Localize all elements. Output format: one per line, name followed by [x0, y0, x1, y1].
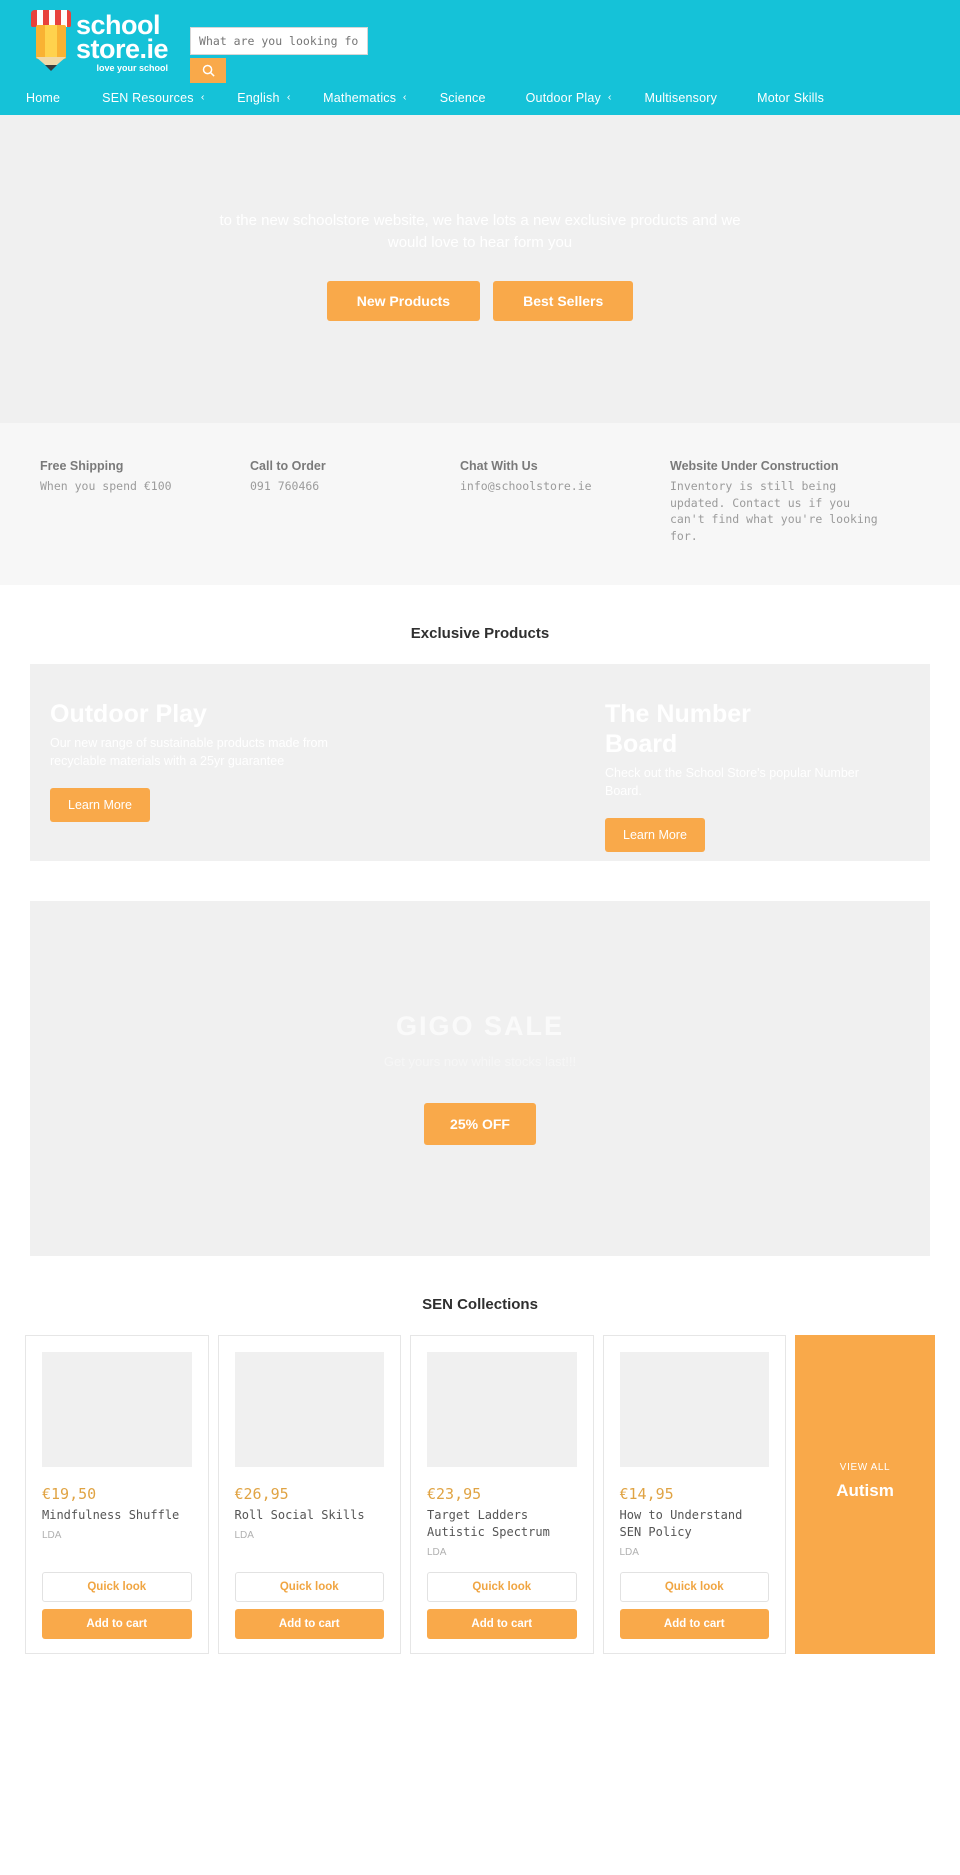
add-to-cart-button[interactable]: Add to cart [234, 1608, 384, 1639]
product-image [42, 1351, 192, 1467]
info-title: Free Shipping [40, 459, 124, 473]
product-image [427, 1351, 577, 1467]
quick-look-button[interactable]: Quick look [619, 1571, 769, 1602]
search-button[interactable] [190, 58, 227, 83]
site-logo[interactable]: school store.ie love your school [30, 10, 169, 73]
hero-buttons: New Products Best Sellers [326, 280, 634, 321]
hero-text: to the new schoolstore website, we have … [219, 211, 741, 252]
gigo-sale-banner[interactable]: GIGO SALE Get yours now while stocks las… [30, 900, 930, 1256]
hero-banner: to the new schoolstore website, we have … [0, 115, 960, 423]
info-title: Chat With Us [460, 459, 538, 473]
product-card[interactable]: €19,50 Mindfulness Shuffle LDA Quick loo… [25, 1334, 209, 1654]
chevron-icon: ‹ [286, 92, 291, 103]
product-card[interactable]: €14,95 How to Understand SEN Policy LDA … [602, 1334, 786, 1654]
nav-item-motor-skills[interactable]: Motor Skills [757, 91, 848, 105]
banner-outdoor-play[interactable]: Outdoor Play Our new range of sustainabl… [30, 663, 605, 861]
product-price: €19,50 [42, 1484, 97, 1503]
info-subtitle: Inventory is still being updated. Contac… [670, 479, 878, 544]
product-brand: LDA [427, 1546, 447, 1558]
quick-look-button[interactable]: Quick look [427, 1571, 577, 1602]
nav-label: SEN Resources [102, 90, 194, 105]
product-image [234, 1351, 384, 1467]
chevron-icon: ‹ [607, 92, 612, 103]
banner-body: Our new range of sustainable products ma… [50, 735, 328, 768]
nav-label: Multisensory [644, 90, 718, 105]
product-image [619, 1351, 769, 1467]
product-price: €14,95 [619, 1484, 674, 1503]
nav-label: Motor Skills [757, 90, 825, 105]
brand-wordmark: school store.ie love your school [76, 10, 169, 73]
nav-item-science[interactable]: Science [440, 91, 510, 105]
nav-label: English [237, 90, 280, 105]
brand-line-2: store.ie [76, 33, 169, 64]
main-navigation: Home SEN Resources ‹ English ‹ Mathemati… [0, 80, 960, 115]
exclusive-products-heading: Exclusive Products [410, 624, 550, 642]
product-brand: LDA [42, 1529, 62, 1541]
learn-more-button-number-board[interactable]: Learn More [605, 817, 705, 852]
product-card[interactable]: €23,95 Target Ladders Autistic Spectrum … [410, 1334, 594, 1654]
nav-item-sen-resources[interactable]: SEN Resources ‹ [102, 91, 221, 105]
view-all-autism-tile[interactable]: VIEW ALL Autism [795, 1334, 935, 1654]
product-price: €23,95 [427, 1484, 482, 1503]
site-header: school store.ie love your school [0, 0, 960, 83]
info-subtitle: When you spend €100 [40, 479, 172, 493]
info-title: Website Under Construction [670, 459, 839, 473]
product-name: How to Understand SEN Policy [619, 1507, 743, 1539]
nav-item-home[interactable]: Home [26, 91, 84, 105]
chevron-icon: ‹ [403, 92, 407, 103]
info-bar: Free Shipping When you spend €100 Call t… [0, 423, 960, 585]
nav-item-english[interactable]: English ‹ [237, 91, 307, 105]
chevron-icon: ‹ [200, 92, 205, 103]
product-card[interactable]: €26,95 Roll Social Skills LDA Quick look… [217, 1334, 401, 1654]
info-column-call-to-order: Call to Order 091 760466 [250, 459, 460, 545]
view-all-label: VIEW ALL [839, 1461, 891, 1473]
banner-body: Check out the School Store's popular Num… [605, 765, 859, 798]
banner-title: The Number Board [605, 699, 751, 758]
nav-label: Mathematics [323, 90, 397, 105]
product-name: Mindfulness Shuffle [42, 1507, 180, 1522]
search-area [190, 10, 369, 83]
view-all-category: Autism [836, 1480, 894, 1500]
product-brand: LDA [619, 1546, 639, 1558]
info-column-free-shipping: Free Shipping When you spend €100 [40, 459, 250, 545]
nav-item-multisensory[interactable]: Multisensory [645, 91, 742, 105]
product-name: Roll Social Skills [234, 1507, 365, 1522]
best-sellers-button[interactable]: Best Sellers [493, 280, 634, 321]
new-products-button[interactable]: New Products [326, 280, 481, 321]
exclusive-banner-row: Outdoor Play Our new range of sustainabl… [30, 663, 930, 861]
search-icon [202, 64, 215, 77]
quick-look-button[interactable]: Quick look [234, 1571, 384, 1602]
product-brand: LDA [234, 1529, 254, 1541]
product-price: €26,95 [234, 1484, 289, 1503]
banner-title: Outdoor Play [50, 699, 207, 728]
sale-subtitle: Get yours now while stocks last!!! [383, 1054, 577, 1070]
learn-more-button-outdoor-play[interactable]: Learn More [50, 787, 150, 822]
nav-label: Science [439, 90, 486, 105]
info-column-under-construction: Website Under Construction Inventory is … [670, 459, 885, 545]
info-subtitle: info@schoolstore.ie [460, 479, 592, 493]
add-to-cart-button[interactable]: Add to cart [619, 1608, 769, 1639]
brand-tagline: love your school [96, 62, 169, 73]
add-to-cart-button[interactable]: Add to cart [427, 1608, 577, 1639]
info-subtitle: 091 760466 [250, 479, 320, 493]
sen-collections-heading: SEN Collections [422, 1295, 538, 1313]
sale-discount-button[interactable]: 25% OFF [424, 1103, 536, 1146]
sale-title: GIGO SALE [395, 1011, 565, 1042]
add-to-cart-button[interactable]: Add to cart [42, 1608, 192, 1639]
nav-label: Outdoor Play [525, 90, 601, 105]
nav-item-outdoor-play[interactable]: Outdoor Play ‹ [526, 91, 629, 105]
nav-item-mathematics[interactable]: Mathematics ‹ [323, 91, 424, 105]
search-input[interactable] [190, 27, 369, 55]
pencil-logo-icon [30, 10, 72, 72]
product-name: Target Ladders Autistic Spectrum [427, 1507, 550, 1539]
product-grid: €19,50 Mindfulness Shuffle LDA Quick loo… [25, 1334, 935, 1654]
quick-look-button[interactable]: Quick look [42, 1571, 192, 1602]
banner-number-board[interactable]: The Number Board Check out the School St… [605, 663, 930, 861]
info-column-chat-with-us: Chat With Us info@schoolstore.ie [460, 459, 670, 545]
nav-label: Home [26, 90, 61, 105]
info-title: Call to Order [250, 459, 326, 473]
